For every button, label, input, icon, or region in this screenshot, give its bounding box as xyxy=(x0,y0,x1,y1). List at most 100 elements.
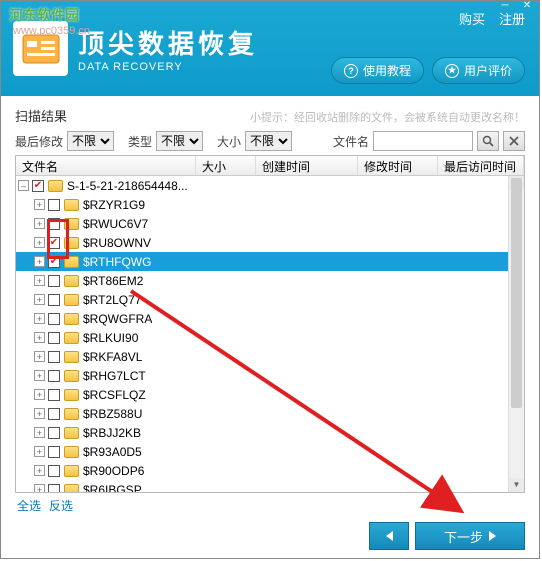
checkbox[interactable] xyxy=(48,370,60,382)
search-button[interactable] xyxy=(477,131,499,151)
select-all-link[interactable]: 全选 xyxy=(17,497,41,514)
tree-expand-icon[interactable]: + xyxy=(34,218,45,229)
tree-expand-icon[interactable]: + xyxy=(34,237,45,248)
checkbox[interactable] xyxy=(48,294,60,306)
file-name: $R6IBGSP xyxy=(83,483,142,493)
folder-icon xyxy=(63,369,79,383)
file-name: $RWUC6V7 xyxy=(83,217,148,231)
table-row[interactable]: +$RU8OWNV xyxy=(16,233,524,252)
folder-icon xyxy=(63,293,79,307)
file-name: $RBZ588U xyxy=(83,407,142,421)
tree-expand-icon[interactable]: + xyxy=(34,484,45,492)
buy-link[interactable]: 购买 xyxy=(459,9,485,28)
checkbox[interactable] xyxy=(48,408,60,420)
scroll-thumb[interactable] xyxy=(511,178,522,408)
tree-expand-icon[interactable]: + xyxy=(34,370,45,381)
tree-expand-icon[interactable]: + xyxy=(34,199,45,210)
invert-selection-link[interactable]: 反选 xyxy=(49,497,73,514)
filter-size-select[interactable]: 不限 xyxy=(245,131,292,151)
file-name: $RTHFQWG xyxy=(83,255,151,269)
tree-expand-icon[interactable]: + xyxy=(34,294,45,305)
table-row[interactable]: +$RKFA8VL xyxy=(16,347,524,366)
chevron-left-icon xyxy=(386,531,393,541)
prev-button[interactable] xyxy=(369,522,409,550)
next-button[interactable]: 下一步 xyxy=(415,522,525,550)
filter-size-label: 大小 xyxy=(217,133,241,150)
table-row[interactable]: + $RWUC6V7 xyxy=(16,214,524,233)
table-row[interactable]: +$R90ODP6 xyxy=(16,461,524,480)
question-icon: ? xyxy=(344,64,358,78)
tree-expand-icon[interactable]: + xyxy=(34,465,45,476)
tree-expand-icon[interactable]: + xyxy=(34,332,45,343)
table-row[interactable]: + $RTHFQWG xyxy=(16,252,524,271)
folder-icon xyxy=(63,388,79,402)
checkbox[interactable] xyxy=(48,351,60,363)
folder-icon xyxy=(63,198,79,212)
table-row[interactable]: +$RZYR1G9 xyxy=(16,195,524,214)
tree-collapse-icon[interactable]: – xyxy=(18,180,29,191)
star-icon: ★ xyxy=(445,64,459,78)
checkbox[interactable] xyxy=(48,218,60,230)
checkbox[interactable] xyxy=(48,465,60,477)
folder-icon xyxy=(63,331,79,345)
tree-expand-icon[interactable]: + xyxy=(34,275,45,286)
filter-modified-select[interactable]: 不限 xyxy=(67,131,114,151)
folder-icon xyxy=(63,274,79,288)
file-name: $R93A0D5 xyxy=(83,445,142,459)
search-input[interactable] xyxy=(373,131,473,151)
file-table: 文件名 大小 创建时间 修改时间 最后访问时间 – S-1-5-21-218654… xyxy=(15,155,525,493)
tree-expand-icon[interactable]: + xyxy=(34,446,45,457)
tree-expand-icon[interactable]: + xyxy=(34,313,45,324)
file-name: S-1-5-21-218654448... xyxy=(67,179,188,193)
file-name: $RT86EM2 xyxy=(83,274,143,288)
col-atime[interactable]: 最后访问时间 xyxy=(438,156,524,175)
filter-type-select[interactable]: 不限 xyxy=(156,131,203,151)
table-row[interactable]: + $RBZ588U xyxy=(16,404,524,423)
table-row[interactable]: +$RQWGFRA xyxy=(16,309,524,328)
file-name: $RT2LQ77 xyxy=(83,293,141,307)
scan-result-title: 扫描结果 xyxy=(15,106,67,125)
folder-icon xyxy=(63,350,79,364)
checkbox[interactable] xyxy=(48,332,60,344)
tree-expand-icon[interactable]: + xyxy=(34,256,45,267)
checkbox[interactable] xyxy=(48,484,60,493)
scroll-down-icon[interactable]: ▼ xyxy=(509,478,524,492)
file-name: $RLKUI90 xyxy=(83,331,138,345)
table-row[interactable]: +$RHG7LCT xyxy=(16,366,524,385)
table-row[interactable]: +$RCSFLQZ xyxy=(16,385,524,404)
table-row[interactable]: + $RLKUI90 xyxy=(16,328,524,347)
tree-expand-icon[interactable]: + xyxy=(34,408,45,419)
table-row[interactable]: +$RBJJ2KB xyxy=(16,423,524,442)
checkbox[interactable] xyxy=(48,275,60,287)
col-size[interactable]: 大小 xyxy=(196,156,256,175)
col-mtime[interactable]: 修改时间 xyxy=(358,156,438,175)
checkbox[interactable] xyxy=(48,237,60,249)
vertical-scrollbar[interactable]: ▲ ▼ xyxy=(508,176,524,492)
checkbox[interactable] xyxy=(48,389,60,401)
folder-icon xyxy=(63,426,79,440)
x-icon xyxy=(509,136,519,146)
clear-button[interactable] xyxy=(503,131,525,151)
checkbox[interactable] xyxy=(48,446,60,458)
table-row[interactable]: – S-1-5-21-218654448... xyxy=(16,176,524,195)
checkbox[interactable] xyxy=(48,313,60,325)
col-name[interactable]: 文件名 xyxy=(16,156,196,175)
checkbox[interactable] xyxy=(48,199,60,211)
tutorial-button[interactable]: ? 使用教程 xyxy=(331,57,424,84)
filter-type-label: 类型 xyxy=(128,133,152,150)
checkbox[interactable] xyxy=(48,256,60,268)
table-row[interactable]: + $RT86EM2 xyxy=(16,271,524,290)
tree-expand-icon[interactable]: + xyxy=(34,389,45,400)
table-row[interactable]: + $R93A0D5 xyxy=(16,442,524,461)
register-link[interactable]: 注册 xyxy=(499,9,525,28)
folder-icon xyxy=(63,464,79,478)
table-row[interactable]: + $R6IBGSP xyxy=(16,480,524,492)
tree-expand-icon[interactable]: + xyxy=(34,351,45,362)
checkbox[interactable] xyxy=(48,427,60,439)
app-title-cn: 顶尖数据恢复 xyxy=(78,24,258,61)
table-row[interactable]: + $RT2LQ77 xyxy=(16,290,524,309)
review-button[interactable]: ★ 用户评价 xyxy=(432,57,525,84)
tree-expand-icon[interactable]: + xyxy=(34,427,45,438)
checkbox[interactable] xyxy=(32,180,44,192)
col-ctime[interactable]: 创建时间 xyxy=(256,156,358,175)
